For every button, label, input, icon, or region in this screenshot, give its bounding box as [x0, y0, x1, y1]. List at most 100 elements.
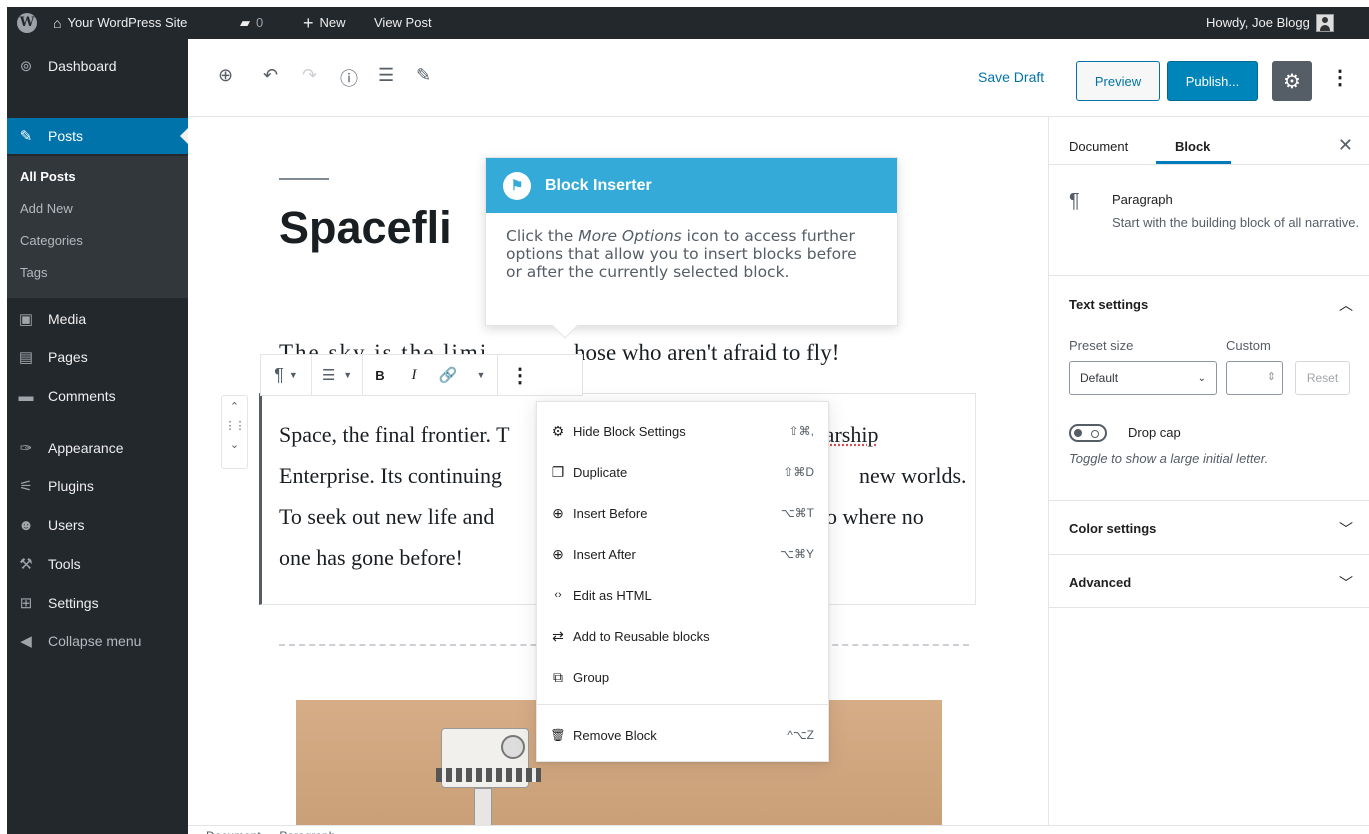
divider — [1049, 164, 1369, 165]
brush-icon: ✑ — [19, 440, 33, 457]
admin-sidebar: ⊚ Dashboard ✎ Posts All Posts Add New Ca… — [7, 39, 188, 834]
submenu-tags[interactable]: Tags — [20, 265, 47, 280]
collapse-menu-button[interactable]: ◀ Collapse menu — [7, 623, 188, 659]
sidebar-item-users[interactable]: ☻ Users — [7, 507, 188, 543]
menu-item-group[interactable]: ⧉ Group — [537, 657, 828, 697]
preset-size-label: Preset size — [1069, 338, 1134, 353]
preset-size-select[interactable]: Default ⌄ — [1069, 361, 1217, 395]
sidebar-item-comments[interactable]: ▬ Comments — [7, 378, 188, 414]
block-inserter-tooltip: ⚑ Block Inserter Click the More Options … — [485, 157, 898, 339]
posts-submenu: All Posts Add New Categories Tags — [7, 156, 188, 298]
tab-document[interactable]: Document — [1069, 139, 1128, 154]
insert-after-icon: ⊕ — [552, 545, 564, 562]
close-icon[interactable]: ✕ — [1338, 135, 1353, 156]
divider — [1049, 275, 1369, 276]
pencil-icon[interactable]: ✎ — [416, 65, 431, 86]
color-settings-toggle[interactable]: Color settings — [1069, 521, 1156, 536]
custom-size-input[interactable] — [1226, 361, 1283, 395]
menu-item-remove-block[interactable]: 🗑 Remove Block ^⌥Z — [537, 715, 828, 755]
breadcrumb: Document → Paragraph — [188, 825, 1369, 834]
advanced-toggle[interactable]: Advanced — [1069, 575, 1131, 590]
preview-button[interactable]: Preview — [1076, 61, 1160, 101]
site-name-link[interactable]: ⌂ Your WordPress Site — [53, 7, 187, 39]
save-draft-button[interactable]: Save Draft — [978, 69, 1044, 85]
more-options-icon[interactable]: ⋮ — [1330, 65, 1350, 90]
rover-image — [501, 735, 525, 759]
more-options-icon[interactable]: ⋮ — [498, 355, 542, 395]
rover-image — [474, 788, 492, 825]
chevron-up-icon[interactable]: ︿ — [1339, 295, 1353, 315]
new-content-link[interactable]: + New — [303, 7, 346, 39]
align-icon[interactable]: ☰ ▼ — [312, 355, 362, 395]
account-menu[interactable]: Howdy, Joe Blogg — [1206, 7, 1334, 39]
submenu-categories[interactable]: Categories — [20, 233, 83, 248]
gear-icon: ⚙ — [551, 422, 565, 439]
more-formats-icon[interactable]: ▼ — [465, 355, 497, 395]
sidebar-item-media[interactable]: ▣ Media — [7, 301, 188, 337]
sidebar-item-appearance[interactable]: ✑ Appearance — [7, 430, 188, 466]
italic-icon[interactable]: I — [397, 355, 431, 395]
sidebar-item-dashboard[interactable]: ⊚ Dashboard — [7, 48, 188, 84]
menu-item-add-to-reusable[interactable]: ⇄ Add to Reusable blocks — [537, 616, 828, 656]
submenu-add-new[interactable]: Add New — [20, 201, 73, 216]
reusable-icon: ⇄ — [552, 627, 564, 644]
divider — [1049, 500, 1369, 501]
text-settings-toggle[interactable]: Text settings — [1069, 297, 1148, 312]
divider — [1049, 607, 1369, 608]
menu-item-hide-block-settings[interactable]: ⚙ Hide Block Settings ⇧⌘, — [537, 411, 828, 451]
sidebar-item-posts[interactable]: ✎ Posts — [7, 118, 188, 154]
menu-item-edit-as-html[interactable]: ‹› Edit as HTML — [537, 575, 828, 615]
sidebar-item-plugins[interactable]: ⚟ Plugins — [7, 468, 188, 504]
chevron-down-icon[interactable]: ﹀ — [1339, 519, 1353, 539]
chevron-down-icon[interactable]: ﹀ — [1339, 573, 1353, 593]
tooltip-header: ⚑ Block Inserter — [486, 158, 897, 213]
reset-button[interactable]: Reset — [1295, 361, 1350, 395]
plugin-icon: ⚟ — [19, 478, 33, 495]
wordpress-logo-icon[interactable]: W — [17, 7, 37, 39]
pin-icon: ✎ — [19, 128, 33, 145]
collapse-icon: ◀ — [20, 633, 32, 650]
move-up-icon[interactable]: ⌃ — [222, 400, 247, 413]
html-icon: ‹› — [554, 589, 562, 601]
paragraph-type-icon[interactable]: ¶ ▼ — [261, 355, 311, 395]
block-mover: ⌃ ⋮⋮ ⌄ — [221, 395, 248, 469]
post-title[interactable]: Spacefli — [279, 202, 452, 254]
media-icon: ▣ — [18, 311, 34, 328]
move-down-icon[interactable]: ⌄ — [222, 438, 247, 451]
redo-icon[interactable]: ↷ — [302, 65, 317, 86]
settings-sidebar: Document Block ✕ ¶ Paragraph Start with … — [1048, 117, 1369, 825]
sidebar-item-settings[interactable]: ⊞ Settings — [7, 585, 188, 621]
tab-block[interactable]: Block — [1175, 139, 1210, 154]
info-icon[interactable]: ⓘ — [340, 65, 358, 91]
menu-item-insert-before[interactable]: ⊕ Insert Before ⌥⌘T — [537, 493, 828, 533]
link-icon[interactable]: 🔗 — [431, 355, 465, 395]
comments-link[interactable]: ▰ 0 — [240, 7, 263, 39]
dashboard-icon: ⊚ — [19, 58, 33, 75]
home-icon: ⌂ — [53, 15, 62, 31]
paragraph-icon: ¶ — [1069, 190, 1080, 212]
add-block-icon[interactable]: ⊕ — [218, 65, 233, 86]
submenu-all-posts[interactable]: All Posts — [20, 169, 76, 184]
duplicate-icon: ❐ — [551, 463, 565, 480]
undo-icon[interactable]: ↶ — [263, 65, 278, 86]
menu-item-insert-after[interactable]: ⊕ Insert After ⌥⌘Y — [537, 534, 828, 574]
more-options-menu: ⚙ Hide Block Settings ⇧⌘, ❐ Duplicate ⇧⌘… — [536, 401, 829, 762]
bold-icon[interactable]: B — [363, 355, 397, 395]
publish-button[interactable]: Publish... — [1167, 61, 1258, 101]
menu-item-duplicate[interactable]: ❐ Duplicate ⇧⌘D — [537, 452, 828, 492]
sidebar-item-pages[interactable]: ▤ Pages — [7, 339, 188, 375]
outline-icon[interactable]: ☰ — [378, 65, 394, 86]
wrench-icon: ⚒ — [19, 556, 33, 573]
flag-icon: ⚑ — [503, 171, 531, 200]
insert-before-icon: ⊕ — [552, 504, 564, 521]
rover-image — [436, 768, 541, 782]
menu-divider — [537, 704, 828, 705]
settings-icon: ⊞ — [19, 595, 33, 612]
view-post-link[interactable]: View Post — [374, 7, 432, 39]
drop-cap-toggle[interactable] — [1069, 424, 1107, 442]
editor-window: W ⌂ Your WordPress Site ▰ 0 + New View P… — [7, 7, 1369, 834]
drag-handle-icon[interactable]: ⋮⋮ — [222, 419, 247, 432]
block-card-description: Start with the building block of all nar… — [1112, 215, 1360, 230]
sidebar-item-tools[interactable]: ⚒ Tools — [7, 546, 188, 582]
gear-icon[interactable]: ⚙ — [1272, 61, 1312, 101]
